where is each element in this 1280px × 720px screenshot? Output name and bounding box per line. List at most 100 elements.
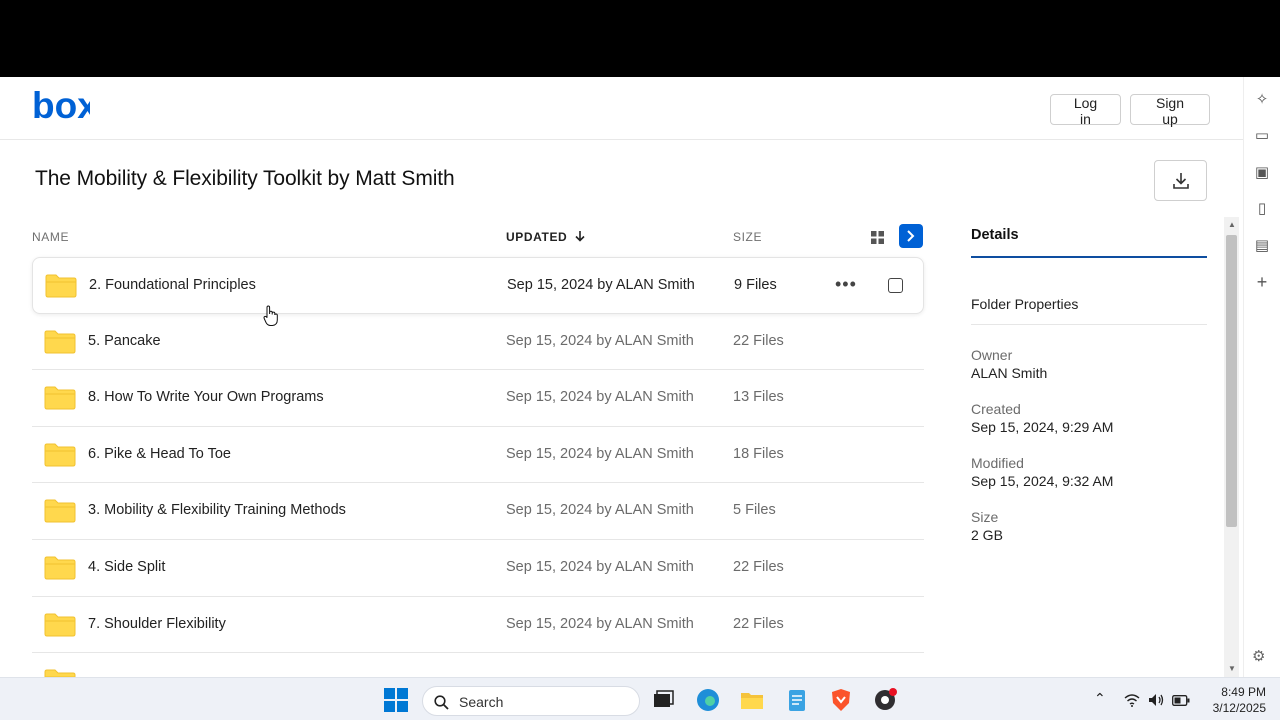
notepad-icon[interactable] (784, 687, 810, 713)
folder-icon (44, 443, 76, 467)
folder-name[interactable]: 2. Foundational Principles (89, 277, 256, 293)
page-title: The Mobility & Flexibility Toolkit by Ma… (35, 167, 455, 190)
screen-top-black-bar (0, 0, 1280, 77)
more-options-icon[interactable]: ••• (835, 275, 857, 293)
owner-label: Owner (971, 347, 1013, 363)
table-row[interactable]: 3. Mobility & Flexibility Training Metho… (32, 483, 924, 540)
hand-cursor-icon (263, 305, 278, 326)
wallet-icon[interactable]: ▣ (1253, 164, 1271, 182)
folder-icon (44, 613, 76, 637)
grid-view-icon[interactable] (871, 231, 884, 249)
row-checkbox[interactable] (888, 278, 903, 293)
tray-overflow-chevron-icon[interactable]: ⌃ (1094, 690, 1106, 707)
download-button[interactable] (1154, 160, 1207, 201)
box-logo-icon: box (32, 85, 98, 126)
column-header-name[interactable]: NAME (32, 230, 69, 244)
created-label: Created (971, 401, 1021, 417)
folder-icon (44, 556, 76, 580)
login-button[interactable]: Log in (1050, 94, 1121, 127)
list-scrollbar[interactable]: ▲ ▼ (1224, 217, 1239, 677)
table-row[interactable]: 8. How To Write Your Own Programs Sep 15… (32, 370, 924, 427)
folder-properties-heading: Folder Properties (971, 296, 1207, 325)
folder-name[interactable]: 3. Mobility & Flexibility Training Metho… (88, 502, 346, 518)
folder-updated: Sep 15, 2024 by ALAN Smith (506, 615, 694, 632)
svg-text:box: box (32, 89, 90, 121)
download-icon (1173, 173, 1189, 189)
column-header-updated[interactable]: UPDATED (506, 230, 586, 244)
table-row[interactable]: 7. Shoulder Flexibility Sep 15, 2024 by … (32, 597, 924, 654)
folder-size: 22 Files (733, 615, 784, 632)
scroll-thumb[interactable] (1226, 235, 1237, 527)
folder-name[interactable]: 5. Pancake (88, 333, 161, 349)
column-header-updated-label: UPDATED (506, 230, 568, 244)
clock-date: 3/12/2025 (1212, 701, 1266, 715)
folder-size: 5 Files (733, 502, 776, 519)
folder-list: 2. Foundational Principles Sep 15, 2024 … (32, 257, 924, 677)
sparkle-icon[interactable]: ✧ (1253, 91, 1271, 109)
folder-size: 13 Files (733, 389, 784, 406)
folder-name[interactable]: 8. How To Write Your Own Programs (88, 389, 324, 405)
details-panel: Details Folder Properties Owner ALAN Smi… (971, 227, 1207, 543)
table-row[interactable] (32, 653, 924, 677)
folder-updated: Sep 15, 2024 by ALAN Smith (506, 558, 694, 575)
windows-start-icon[interactable] (383, 687, 409, 713)
taskbar-clock[interactable]: 8:49 PM 3/12/2025 (1200, 684, 1266, 716)
add-icon[interactable]: + (1253, 273, 1271, 291)
folder-name[interactable]: 4. Side Split (88, 559, 165, 575)
folder-updated: Sep 15, 2024 by ALAN Smith (506, 445, 694, 462)
signup-button[interactable]: Sign up (1130, 94, 1210, 127)
folder-icon (44, 386, 76, 410)
owner-value: ALAN Smith (971, 365, 1048, 381)
toggle-details-button[interactable] (899, 224, 923, 248)
folder-name[interactable]: 6. Pike & Head To Toe (88, 446, 231, 462)
sort-down-arrow-icon (575, 231, 585, 242)
wifi-icon[interactable] (1124, 694, 1140, 707)
task-view-icon[interactable] (650, 687, 676, 713)
folder-updated: Sep 15, 2024 by ALAN Smith (506, 502, 694, 519)
taskbar-search[interactable]: Search (422, 686, 640, 716)
obs-studio-icon[interactable] (872, 687, 898, 713)
bookmark-icon[interactable]: ▯ (1253, 200, 1271, 218)
table-row[interactable]: 2. Foundational Principles Sep 15, 2024 … (32, 257, 924, 314)
box-app: box Log in Sign up The Mobility & Flexib… (0, 77, 1243, 677)
file-explorer-icon[interactable] (739, 687, 765, 713)
app-header: box Log in Sign up (0, 77, 1243, 140)
folder-size: 18 Files (733, 445, 784, 462)
folder-updated: Sep 15, 2024 by ALAN Smith (506, 332, 694, 349)
folder-icon (44, 669, 76, 677)
folder-updated: Sep 15, 2024 by ALAN Smith (507, 277, 695, 293)
edge-browser-icon[interactable] (695, 687, 721, 713)
scroll-down-icon[interactable]: ▼ (1228, 664, 1236, 673)
column-header-size[interactable]: SIZE (733, 230, 762, 244)
scroll-up-icon[interactable]: ▲ (1228, 220, 1236, 229)
modified-label: Modified (971, 455, 1024, 471)
size-label: Size (971, 509, 999, 525)
clock-time: 8:49 PM (1221, 685, 1266, 699)
folder-updated: Sep 15, 2024 by ALAN Smith (506, 389, 694, 406)
volume-icon[interactable] (1148, 693, 1165, 707)
folder-size: 22 Files (733, 558, 784, 575)
windows-taskbar: Search ⌃ 8:49 PM 3/12/2025 (0, 677, 1280, 720)
created-value: Sep 15, 2024, 9:29 AM (971, 419, 1114, 435)
folder-icon (44, 330, 76, 354)
brave-browser-icon[interactable] (828, 687, 854, 713)
search-icon (434, 695, 449, 710)
table-row[interactable]: 6. Pike & Head To Toe Sep 15, 2024 by AL… (32, 427, 924, 484)
modified-value: Sep 15, 2024, 9:32 AM (971, 473, 1114, 489)
video-icon[interactable]: ▭ (1253, 127, 1271, 145)
battery-icon[interactable] (1172, 695, 1190, 706)
folder-size: 22 Files (733, 332, 784, 349)
reading-list-icon[interactable]: ▤ (1253, 237, 1271, 255)
table-row[interactable]: 5. Pancake Sep 15, 2024 by ALAN Smith 22… (32, 314, 924, 371)
box-logo[interactable]: box (32, 85, 98, 126)
search-placeholder: Search (459, 694, 504, 710)
details-tab[interactable]: Details (971, 227, 1207, 258)
chevron-right-icon (907, 230, 915, 242)
folder-icon (44, 499, 76, 523)
folder-size: 9 Files (734, 277, 777, 293)
table-row[interactable]: 4. Side Split Sep 15, 2024 by ALAN Smith… (32, 540, 924, 597)
gear-icon[interactable]: ⚙ (1252, 647, 1265, 665)
browser-sidebar: ✧ ▭ ▣ ▯ ▤ + (1243, 77, 1280, 677)
folder-icon (45, 274, 77, 298)
folder-name[interactable]: 7. Shoulder Flexibility (88, 616, 226, 632)
